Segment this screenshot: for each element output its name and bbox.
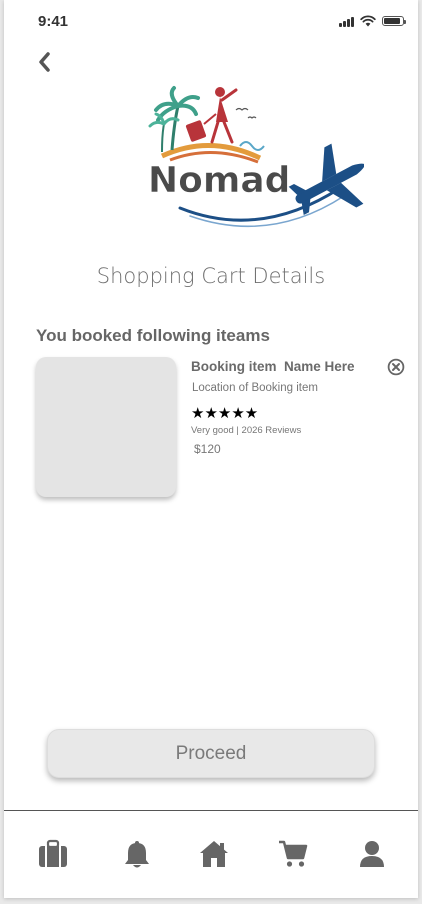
- chevron-left-icon: [39, 52, 50, 72]
- rating-reviews: Very good | 2026 Reviews: [191, 425, 302, 436]
- back-button[interactable]: [34, 50, 56, 74]
- booking-item-location: Location of Booking item: [192, 382, 318, 394]
- home-icon: [200, 841, 228, 867]
- logo-wordmark: Nomad: [148, 160, 290, 201]
- nav-home[interactable]: [199, 839, 229, 869]
- section-heading: You booked following iteams: [36, 326, 270, 345]
- page-title: Shopping Cart Details: [96, 264, 326, 288]
- cellular-signal-icon: [339, 16, 354, 27]
- status-time: 9:41: [38, 13, 69, 30]
- bell-icon: [125, 841, 149, 868]
- nomad-logo: Nomad: [140, 84, 366, 244]
- briefcase-icon: [39, 839, 67, 867]
- wifi-icon: [360, 15, 376, 27]
- booking-item-price: $120: [194, 442, 221, 456]
- battery-icon: [382, 16, 406, 26]
- cart-icon: [279, 840, 308, 867]
- nav-profile[interactable]: [357, 839, 387, 869]
- nav-cart[interactable]: [278, 839, 308, 869]
- status-icons: [339, 15, 406, 27]
- nav-trips[interactable]: [38, 839, 68, 869]
- rating-stars: ★★★★★: [191, 405, 259, 422]
- proceed-button[interactable]: Proceed: [47, 729, 375, 778]
- booking-item-name[interactable]: Booking item Name Here: [191, 359, 355, 374]
- phone-screen: 9:41 Nomad Shopping Cart Details You boo…: [4, 0, 418, 898]
- user-icon: [360, 841, 384, 867]
- close-circle-icon: [387, 358, 405, 376]
- booking-item-image[interactable]: [36, 357, 176, 497]
- status-bar: 9:41: [4, 0, 418, 44]
- bottom-nav: [4, 811, 418, 898]
- nav-notifications[interactable]: [122, 839, 152, 869]
- remove-item-button[interactable]: [387, 358, 405, 376]
